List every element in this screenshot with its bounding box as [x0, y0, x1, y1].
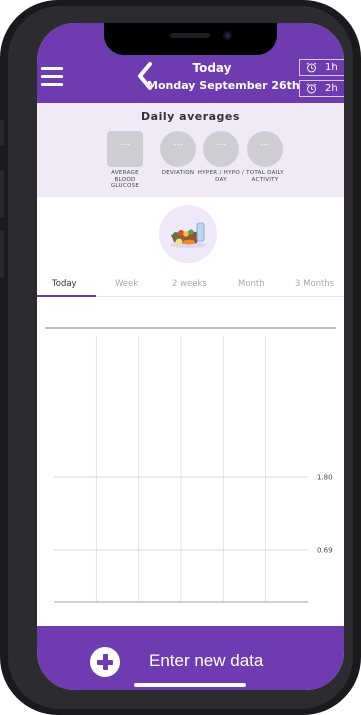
- avg-value-circle: ···: [160, 131, 196, 167]
- timer-label: 2h: [325, 83, 338, 94]
- avg-label: TOTAL DAILY ACTIVITY: [246, 170, 284, 183]
- enter-data-bar[interactable]: Enter new data: [37, 626, 344, 690]
- notch: [104, 23, 277, 55]
- speaker: [170, 33, 210, 38]
- x-tick-label: 04:00: [86, 610, 106, 611]
- x-tick-label: 00:00: [44, 610, 64, 611]
- tab-month[interactable]: Month: [238, 279, 265, 289]
- y-tick-label: 0.69: [317, 547, 333, 555]
- alarm-clock-icon: [306, 62, 317, 73]
- avg-hyper-hypo[interactable]: ··· HYPER / HYPO / DAY: [196, 131, 246, 183]
- avg-value-box: ···: [107, 131, 143, 167]
- alarm-clock-icon: [306, 83, 317, 94]
- timer-button-2h[interactable]: 2h: [299, 80, 344, 97]
- menu-icon[interactable]: [41, 67, 63, 87]
- avg-daily-activity[interactable]: ··· TOTAL DAILY ACTIVITY: [240, 131, 290, 183]
- tab-3-months[interactable]: 3 Months: [295, 279, 334, 289]
- tab-week[interactable]: Week: [115, 279, 138, 289]
- daily-averages-title: Daily averages: [141, 110, 240, 123]
- glucose-chart: 00:00 04:00 08:00 12:00 16:00 20:00 00:00 1.80 0…: [44, 327, 336, 611]
- phone-frame: Today Monday September 26th 1h 2h Daily …: [0, 0, 361, 715]
- timer-button-1h[interactable]: 1h: [299, 59, 344, 76]
- x-tick-label: 12:00: [171, 610, 191, 611]
- period-tabs: Today Week 2 weeks Month 3 Months: [37, 275, 344, 297]
- x-tick-label: 16:00: [213, 610, 233, 611]
- plus-icon[interactable]: [90, 647, 120, 677]
- enter-new-data-button[interactable]: Enter new data: [149, 651, 263, 671]
- camera: [223, 31, 232, 40]
- avg-blood-glucose[interactable]: ··· AVERAGE BLOOD GLUCOSE: [100, 131, 150, 190]
- home-indicator: [134, 683, 246, 687]
- page-title: Today: [192, 61, 232, 75]
- tab-2-weeks[interactable]: 2 weeks: [172, 279, 207, 289]
- daily-averages-panel: Daily averages ··· AVERAGE BLOOD GLUCOSE…: [37, 103, 344, 197]
- avg-value-circle: ···: [247, 131, 283, 167]
- avg-label: HYPER / HYPO / DAY: [197, 170, 245, 183]
- x-tick-label: 00:00: [298, 610, 318, 611]
- side-button: [0, 170, 4, 218]
- timer-label: 1h: [325, 62, 338, 73]
- app-screen: Today Monday September 26th 1h 2h Daily …: [37, 23, 344, 690]
- x-tick-label: 20:00: [256, 610, 276, 611]
- avg-label: AVERAGE BLOOD GLUCOSE: [110, 170, 140, 189]
- meal-illustration[interactable]: [159, 205, 217, 263]
- x-tick-label: 08:00: [129, 610, 149, 611]
- y-tick-label: 1.80: [317, 474, 333, 482]
- food-plate-icon: [170, 222, 206, 248]
- current-date: Monday September 26th: [147, 79, 300, 92]
- side-button: [0, 120, 4, 146]
- side-button: [0, 230, 4, 278]
- tab-today[interactable]: Today: [52, 279, 77, 289]
- avg-value-circle: ···: [203, 131, 239, 167]
- active-tab-indicator: [37, 295, 96, 297]
